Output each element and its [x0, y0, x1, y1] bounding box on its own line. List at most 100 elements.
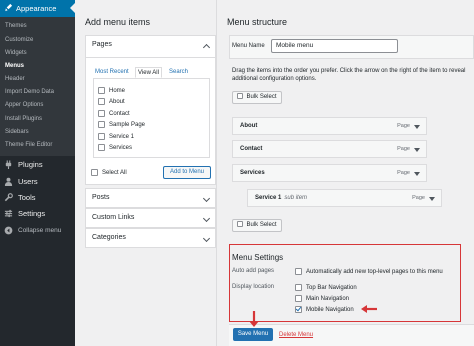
tab-search[interactable]: Search [169, 67, 188, 78]
sidebar-item-label: Appearance [16, 4, 57, 13]
bulk-select-button-bottom[interactable]: Bulk Select [232, 219, 282, 232]
custom-links-panel: Custom Links [85, 208, 216, 228]
menu-item-title: Services [240, 170, 265, 176]
bulk-select-button-top[interactable]: Bulk Select [232, 91, 282, 104]
page-option-service-1[interactable]: Service 1 [98, 133, 134, 140]
auto-add-pages-label: Auto add pages [232, 268, 275, 274]
collapse-icon [4, 226, 13, 235]
collapse-menu-label: Collapse menu [18, 227, 62, 234]
tab-most-recent[interactable]: Most Recent [95, 67, 129, 78]
checkbox[interactable] [295, 295, 302, 302]
location-top-bar-navigation[interactable]: Top Bar Navigation [295, 284, 357, 291]
submenu-item-themes[interactable]: Themes [5, 23, 27, 29]
submenu-item-sidebars[interactable]: Sidebars [5, 129, 29, 135]
menu-item-service-1[interactable]: Service 1 sub item Page [247, 189, 442, 207]
appearance-submenu: Themes Customize Widgets Menus Header Im… [0, 17, 75, 156]
submenu-item-widgets[interactable]: Widgets [5, 50, 27, 56]
checkbox[interactable] [295, 284, 302, 291]
menu-settings-title: Menu Settings [232, 253, 284, 262]
checkbox[interactable] [98, 110, 105, 117]
menu-name-input[interactable]: Mobile menu [271, 39, 398, 53]
checkbox[interactable] [98, 133, 105, 140]
menu-item-title: About [240, 123, 258, 129]
submenu-item-header[interactable]: Header [5, 76, 25, 82]
submenu-item-import-demo-data[interactable]: Import Demo Data [5, 89, 54, 95]
save-menu-button[interactable]: Save Menu [233, 328, 273, 341]
pages-checklist: Home About Contact Sample Page Service 1… [93, 78, 210, 158]
page-label: Home [109, 87, 126, 94]
menu-item-title: Contact [240, 146, 263, 152]
select-all-checkbox[interactable] [91, 169, 98, 176]
posts-panel: Posts [85, 188, 216, 208]
checkbox[interactable] [98, 87, 105, 94]
checkbox-checked[interactable] [295, 306, 302, 313]
page-label: Sample Page [109, 121, 146, 128]
sidebar-item-users[interactable]: Users [4, 177, 38, 186]
posts-panel-header[interactable]: Posts [86, 189, 215, 209]
sidebar-item-settings[interactable]: Settings [4, 209, 45, 218]
delete-menu-link[interactable]: Delete Menu [279, 332, 313, 338]
admin-sidebar: Appearance Themes Customize Widgets Menu… [0, 0, 75, 346]
pages-panel-header[interactable]: Pages [86, 36, 215, 56]
expand-arrow-icon[interactable] [414, 125, 420, 129]
expand-arrow-icon[interactable] [202, 194, 211, 203]
expand-arrow-icon[interactable] [414, 148, 420, 152]
select-all-label: Select All [102, 169, 127, 176]
page-option-contact[interactable]: Contact [98, 110, 130, 117]
location-label: Main Navigation [306, 295, 350, 302]
menu-item-title-text: Service 1 [255, 195, 282, 201]
submenu-item-theme-file-editor[interactable]: Theme File Editor [5, 142, 52, 148]
checkbox[interactable] [98, 121, 105, 128]
menu-item-about[interactable]: About Page [232, 117, 427, 135]
expand-arrow-icon[interactable] [414, 172, 420, 176]
submenu-item-menus[interactable]: Menus [5, 63, 24, 69]
menu-item-contact[interactable]: Contact Page [232, 140, 427, 158]
red-arrow-left-icon [361, 305, 377, 313]
submenu-item-install-plugins[interactable]: Install Plugins [5, 116, 42, 122]
location-label: Top Bar Navigation [306, 284, 357, 291]
expand-arrow-icon[interactable] [429, 197, 435, 201]
menu-item-type: Page [397, 123, 410, 129]
column-divider [216, 0, 217, 346]
bulk-select-label: Bulk Select [246, 94, 277, 100]
menu-help-text: Drag the items into the order you prefer… [232, 68, 466, 82]
current-pointer [70, 3, 75, 13]
select-all-pages[interactable]: Select All [91, 169, 127, 176]
submenu-item-apper-options[interactable]: Apper Options [5, 102, 43, 108]
plugin-icon [4, 160, 13, 169]
sidebar-item-tools[interactable]: Tools [4, 193, 36, 202]
menu-structure-title: Menu structure [227, 17, 288, 27]
add-menu-items-title: Add menu items [85, 17, 151, 27]
page-option-sample-page[interactable]: Sample Page [98, 121, 145, 128]
checkbox[interactable] [295, 268, 302, 275]
page-option-services[interactable]: Services [98, 144, 132, 151]
menu-item-services[interactable]: Services Page [232, 164, 427, 182]
settings-icon [4, 209, 13, 218]
categories-panel-header[interactable]: Categories [86, 229, 215, 249]
sidebar-item-label: Tools [18, 193, 36, 202]
location-mobile-navigation[interactable]: Mobile Navigation [295, 306, 354, 313]
checkbox [237, 93, 244, 99]
custom-links-panel-header[interactable]: Custom Links [86, 209, 215, 229]
expand-arrow-icon[interactable] [202, 214, 211, 223]
collapse-arrow-icon[interactable] [202, 43, 211, 52]
tab-view-all[interactable]: View All [135, 67, 162, 78]
submenu-item-customize[interactable]: Customize [5, 37, 33, 43]
red-arrow-down-icon [249, 311, 259, 327]
sidebar-item-label: Plugins [18, 160, 43, 169]
paintbrush-icon [4, 1, 13, 12]
sidebar-item-appearance[interactable]: Appearance [0, 0, 75, 17]
page-option-about[interactable]: About [98, 98, 125, 105]
add-to-menu-button[interactable]: Add to Menu [163, 166, 211, 179]
collapse-menu-button[interactable]: Collapse menu [4, 226, 61, 235]
sidebar-item-plugins[interactable]: Plugins [4, 160, 43, 169]
expand-arrow-icon[interactable] [202, 234, 211, 243]
location-label: Mobile Navigation [306, 306, 354, 313]
wrench-icon [4, 193, 13, 202]
page-option-home[interactable]: Home [98, 87, 125, 94]
checkbox[interactable] [98, 98, 105, 105]
auto-add-pages-option[interactable]: Automatically add new top-level pages to… [295, 268, 443, 275]
sidebar-item-label: Users [18, 177, 38, 186]
location-main-navigation[interactable]: Main Navigation [295, 295, 349, 302]
checkbox[interactable] [98, 144, 105, 151]
